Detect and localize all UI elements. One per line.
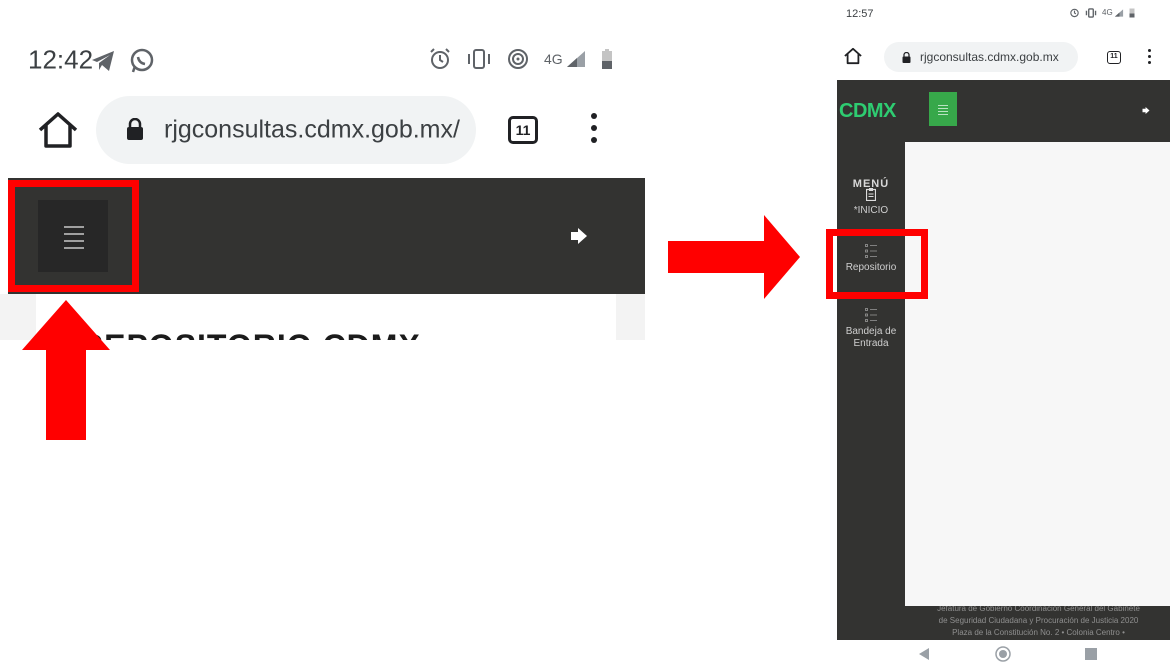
url-text: rjgconsultas.cdmx.gob.mx/	[164, 115, 460, 144]
overflow-menu-icon[interactable]	[1147, 47, 1151, 67]
battery-icon	[1129, 8, 1135, 18]
hotspot-icon	[508, 49, 528, 69]
telegram-icon	[92, 51, 114, 71]
logout-icon[interactable]	[570, 228, 588, 244]
alarm-icon	[1070, 8, 1079, 18]
page-heading: REPOSITORIO CDMX	[80, 328, 421, 340]
back-icon[interactable]	[919, 648, 929, 660]
sidebar-item-label-line1: Bandeja de	[845, 326, 897, 337]
home-icon[interactable]	[36, 110, 80, 150]
status-time: 12:42	[28, 44, 94, 75]
tab-switcher-button[interactable]: 11	[1107, 51, 1121, 64]
main-content-area	[905, 142, 1170, 606]
site-header-bar	[905, 80, 1170, 142]
side-menu: CDMX MENÚ *INICIO Repositorio Bandeja de…	[837, 80, 905, 640]
sidebar-item-label-line2: Entrada	[853, 338, 889, 349]
signal-icon	[566, 51, 585, 67]
address-bar[interactable]: rjgconsultas.cdmx.gob.mx	[884, 42, 1078, 72]
vibrate-icon	[468, 49, 490, 69]
recent-apps-icon[interactable]	[1085, 648, 1097, 660]
alarm-icon	[430, 48, 450, 69]
signal-icon	[1114, 8, 1123, 17]
sidebar-item-inicio[interactable]: *INICIO	[837, 188, 905, 217]
vibrate-icon	[1085, 7, 1097, 18]
hamburger-menu-button[interactable]	[929, 92, 957, 126]
footer-line: Jefatura de Gobierno Coordinación Genera…	[937, 606, 1140, 613]
red-arrow-right-icon	[668, 215, 800, 299]
right-phone-screenshot: 12:57 4G rjgconsultas.cdmx.gob.mx 11 CDM…	[837, 0, 1170, 669]
sidebar-item-label: *INICIO	[853, 205, 889, 216]
page-footer: Jefatura de Gobierno Coordinación Genera…	[905, 606, 1170, 640]
red-arrow-up-icon	[22, 300, 110, 440]
highlight-box-menu	[8, 180, 139, 292]
list-icon	[865, 308, 877, 322]
status-bar: 12:42 4G	[0, 0, 645, 90]
android-nav-bar	[837, 640, 1170, 669]
home-circle-icon[interactable]	[995, 646, 1011, 662]
brand-logo: CDMX	[839, 100, 896, 122]
home-icon[interactable]	[843, 47, 863, 65]
battery-icon	[601, 49, 612, 69]
content-card: REPOSITORIO CDMX	[36, 294, 616, 340]
url-text: rjgconsultas.cdmx.gob.mx	[920, 50, 1059, 64]
network-type-label: 4G	[1102, 8, 1113, 17]
clipboard-icon	[866, 188, 876, 201]
logout-icon[interactable]	[1142, 107, 1150, 114]
lock-icon	[902, 52, 911, 63]
tab-switcher-button[interactable]: 11	[508, 116, 538, 144]
lock-icon	[127, 118, 143, 140]
highlight-box-repositorio	[826, 229, 928, 299]
sidebar-item-bandeja-de-entrada[interactable]: Bandeja de Entrada	[837, 308, 905, 350]
network-type-label: 4G	[544, 51, 563, 67]
status-icons: 4G	[1069, 7, 1135, 18]
footer-line: Plaza de la Constitución No. 2 • Colonia…	[952, 628, 1125, 637]
address-bar[interactable]: rjgconsultas.cdmx.gob.mx/	[96, 96, 476, 164]
whatsapp-icon	[130, 48, 154, 73]
footer-line: de Seguridad Ciudadana y Procuración de …	[938, 616, 1139, 625]
browser-toolbar: rjgconsultas.cdmx.gob.mx/ 11	[0, 92, 645, 170]
status-time: 12:57	[846, 8, 874, 20]
overflow-menu-icon[interactable]	[590, 110, 598, 150]
browser-toolbar: rjgconsultas.cdmx.gob.mx 11	[837, 40, 1170, 74]
